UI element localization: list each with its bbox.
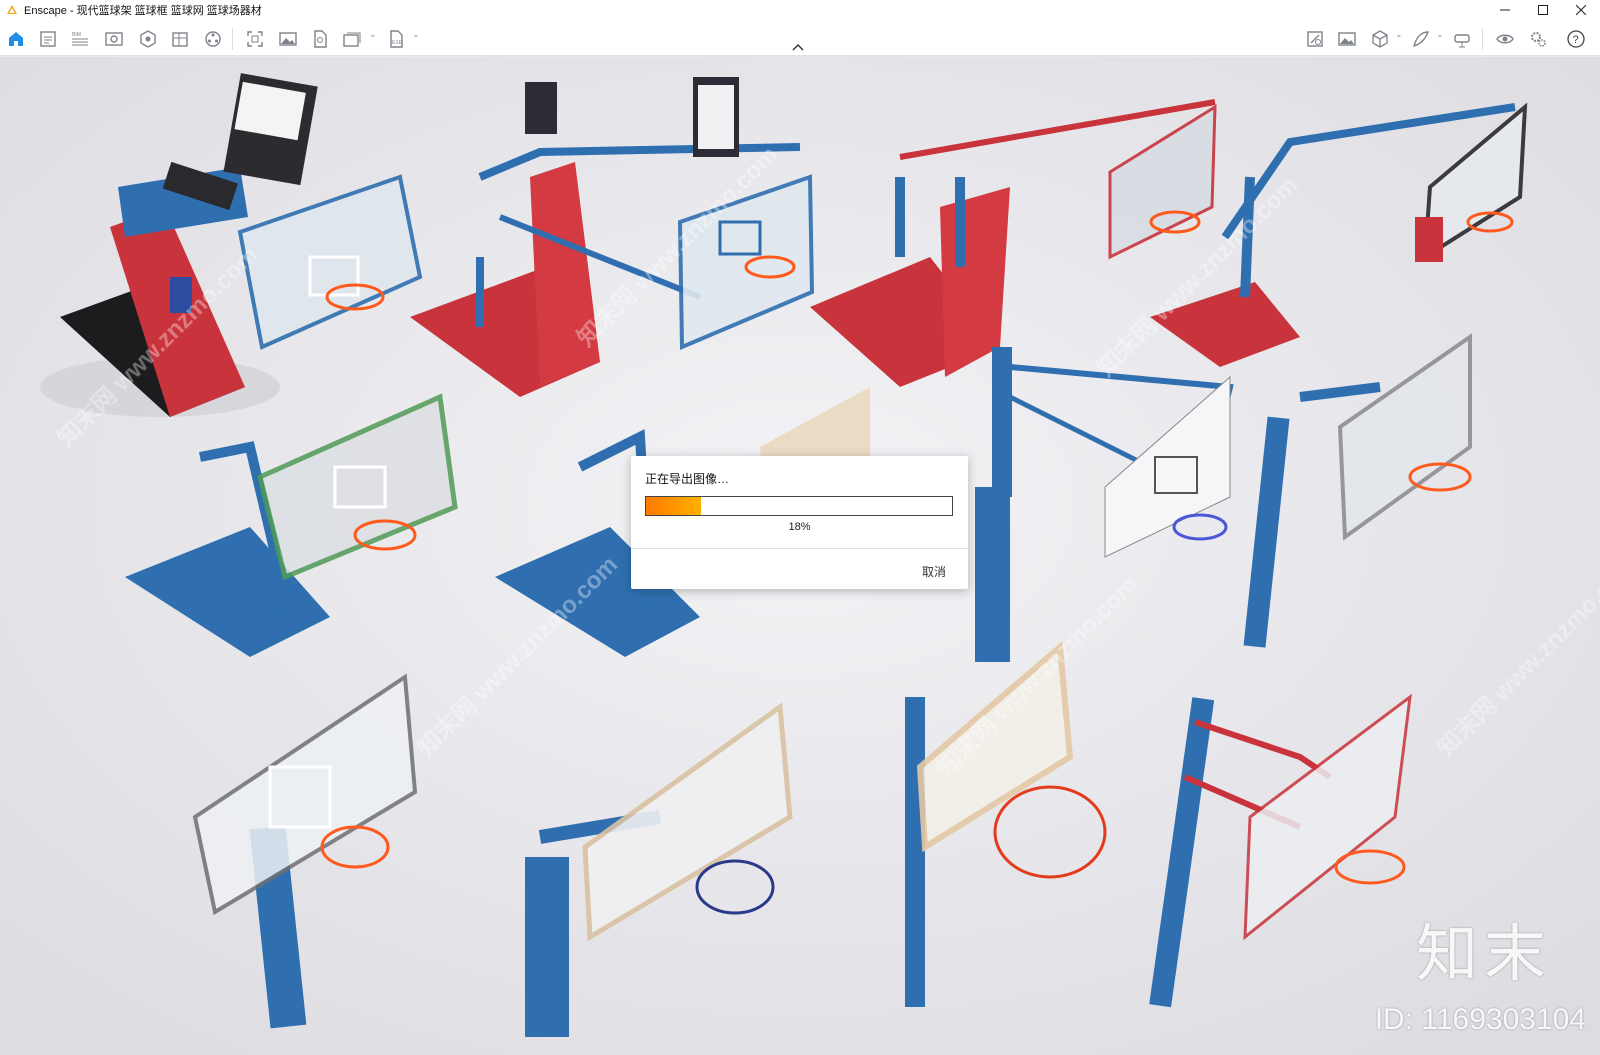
render-image-button[interactable] bbox=[278, 29, 298, 49]
batch-render-button[interactable] bbox=[342, 29, 362, 49]
toolbar-separator bbox=[232, 28, 233, 50]
chevron-up-icon bbox=[792, 44, 804, 51]
chevron-down-icon[interactable]: ⌄ bbox=[1436, 29, 1444, 40]
visual-settings-button[interactable] bbox=[1495, 29, 1515, 49]
asset-library-button[interactable] bbox=[38, 29, 58, 49]
layers-button[interactable] bbox=[170, 29, 190, 49]
export-progress-dialog: 正在导出图像… 18% 取消 bbox=[631, 456, 968, 589]
maximize-button[interactable] bbox=[1524, 0, 1562, 20]
bim-icon: BIM bbox=[72, 32, 88, 46]
views-button[interactable] bbox=[104, 29, 124, 49]
progress-fill bbox=[646, 497, 702, 515]
views-icon bbox=[105, 32, 123, 46]
enscape-logo-icon bbox=[7, 5, 17, 14]
cube-button[interactable] bbox=[1370, 29, 1390, 49]
dialog-title: 正在导出图像… bbox=[645, 472, 730, 486]
progress-percent: 18% bbox=[788, 521, 811, 533]
visual-settings-icon bbox=[1496, 34, 1514, 44]
settings-icon bbox=[1531, 32, 1546, 47]
export-progress-bar bbox=[645, 496, 953, 516]
export-exe-icon: EXE bbox=[390, 30, 403, 48]
image-id-watermark: ID: 1169303104 bbox=[1374, 1003, 1586, 1036]
image-gallery-icon bbox=[1338, 32, 1356, 46]
batch-render-icon bbox=[343, 32, 361, 47]
svg-text:?: ? bbox=[1573, 34, 1579, 46]
material-editor-icon bbox=[1307, 31, 1323, 47]
objects-button[interactable] bbox=[203, 29, 223, 49]
layers-icon bbox=[172, 32, 188, 47]
help-button[interactable]: ? bbox=[1566, 29, 1586, 49]
export-exe-button[interactable]: EXE bbox=[386, 29, 406, 49]
cancel-button[interactable]: 取消 bbox=[922, 563, 946, 580]
material-editor-button[interactable] bbox=[1305, 29, 1325, 49]
help-icon: ? bbox=[1567, 30, 1585, 48]
enscape-window: Enscape - 现代篮球架 篮球框 篮球网 篮球场器材 BIM ⌄ EXE … bbox=[0, 0, 1600, 1055]
brand-watermark: 知末 bbox=[1415, 917, 1552, 990]
home-button[interactable] bbox=[6, 29, 26, 49]
sun-button[interactable] bbox=[138, 29, 158, 49]
cube-icon bbox=[1372, 30, 1388, 48]
sun-icon bbox=[140, 30, 156, 48]
minimize-icon bbox=[1500, 9, 1510, 11]
assets-icon bbox=[40, 31, 56, 47]
objects-icon bbox=[205, 31, 221, 47]
minimize-button[interactable] bbox=[1486, 0, 1524, 20]
svg-text:EXE: EXE bbox=[392, 40, 403, 46]
settings-button[interactable] bbox=[1528, 29, 1548, 49]
chevron-down-icon[interactable]: ⌄ bbox=[412, 29, 420, 40]
toolbar-separator bbox=[1482, 28, 1483, 50]
screenshot-icon bbox=[247, 31, 263, 47]
edit-button[interactable] bbox=[1411, 29, 1431, 49]
export-pdf-icon bbox=[314, 30, 327, 48]
close-icon bbox=[1576, 5, 1586, 15]
image-icon bbox=[279, 32, 297, 46]
edit-icon bbox=[1412, 31, 1430, 48]
svg-text:BIM: BIM bbox=[72, 32, 81, 38]
vr-icon bbox=[1454, 34, 1470, 48]
close-button[interactable] bbox=[1562, 0, 1600, 20]
screenshot-button[interactable] bbox=[245, 29, 265, 49]
dialog-divider bbox=[631, 548, 968, 549]
collapse-toolbar-button[interactable] bbox=[792, 40, 804, 54]
bim-button[interactable]: BIM bbox=[70, 29, 90, 49]
image-gallery-button[interactable] bbox=[1337, 29, 1357, 49]
chevron-down-icon[interactable]: ⌄ bbox=[369, 29, 377, 40]
title-bar: Enscape - 现代篮球架 篮球框 篮球网 篮球场器材 bbox=[0, 0, 1600, 20]
home-icon bbox=[9, 32, 23, 46]
export-pdf-button[interactable] bbox=[310, 29, 330, 49]
maximize-icon bbox=[1538, 5, 1548, 15]
vr-button[interactable] bbox=[1452, 29, 1472, 49]
window-title: Enscape - 现代篮球架 篮球框 篮球网 篮球场器材 bbox=[24, 5, 262, 17]
chevron-down-icon[interactable]: ⌄ bbox=[1395, 29, 1403, 40]
